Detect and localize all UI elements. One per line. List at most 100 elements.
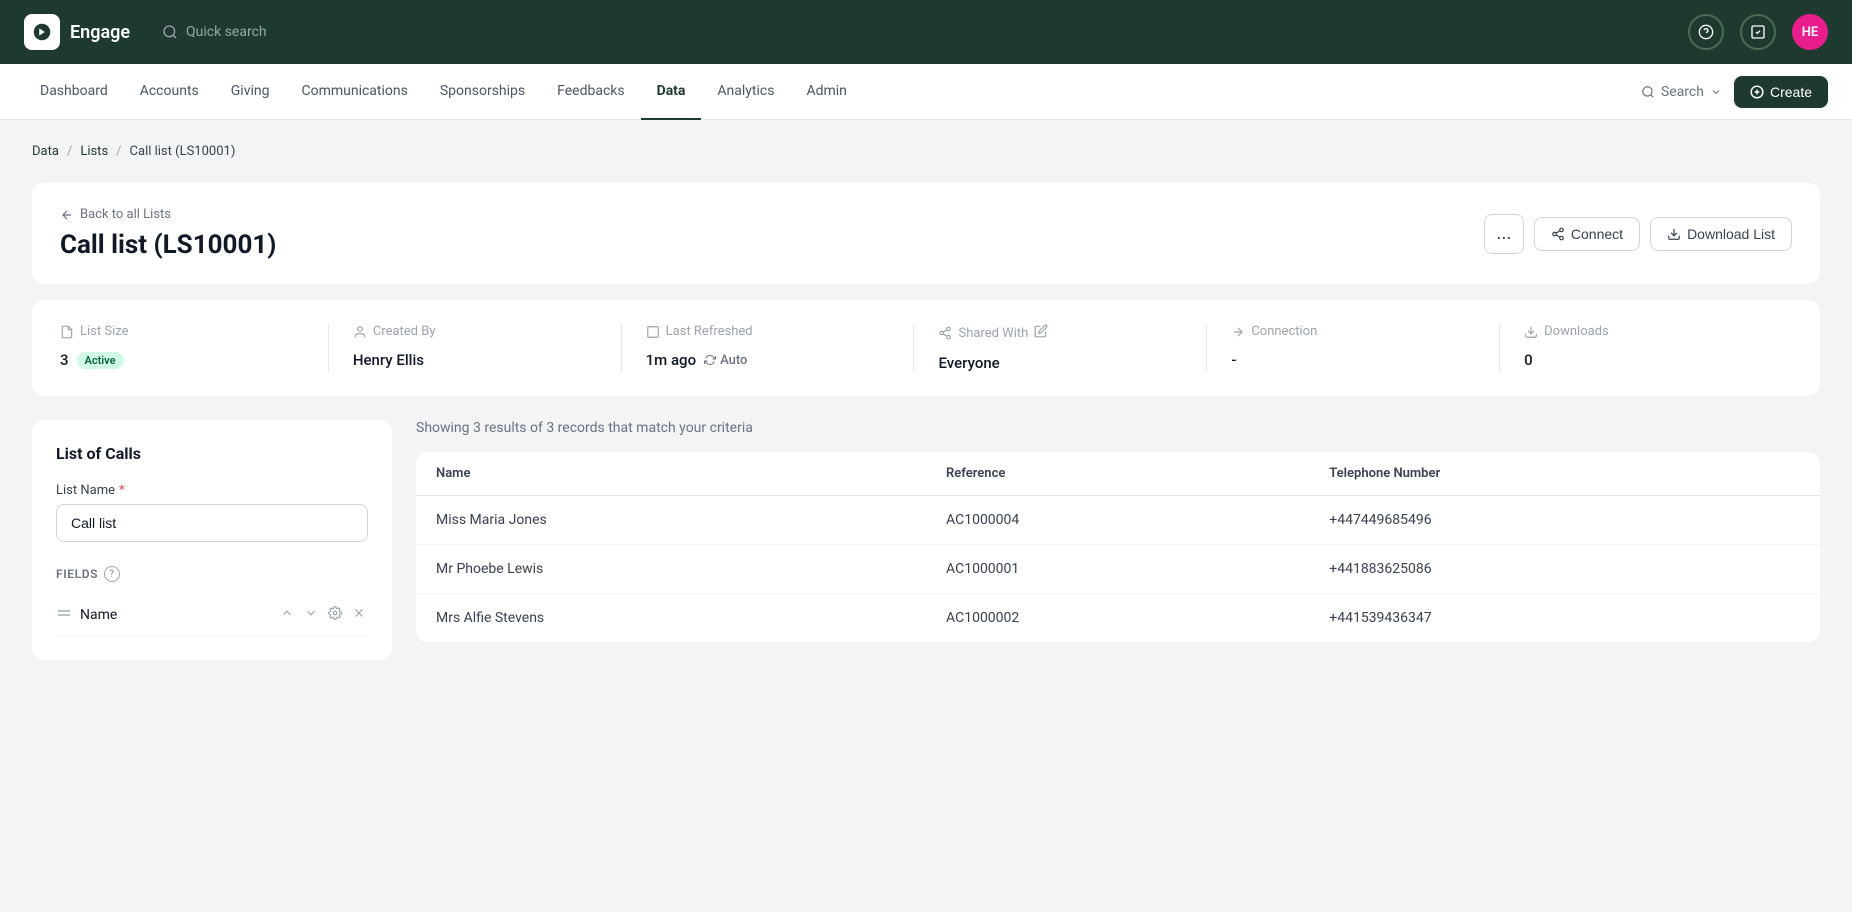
fields-help-icon[interactable]: ? — [104, 566, 120, 582]
nav-item-analytics[interactable]: Analytics — [701, 64, 790, 120]
row-3-reference: AC1000002 — [926, 594, 1309, 643]
create-label: Create — [1770, 84, 1812, 100]
download-list-button[interactable]: Download List — [1650, 217, 1792, 251]
header-actions: ... Connect Download List — [1484, 214, 1792, 254]
row-2-telephone: +441883625086 — [1309, 545, 1820, 594]
nav-right: Search Create — [1641, 76, 1828, 108]
shared-with-edit-icon[interactable] — [1034, 324, 1048, 342]
list-size-label: List Size — [60, 324, 304, 339]
more-options-button[interactable]: ... — [1484, 214, 1524, 254]
field-name-text: Name — [80, 607, 270, 623]
secondary-nav: Dashboard Accounts Giving Communications… — [0, 64, 1852, 120]
checklist-button[interactable] — [1740, 14, 1776, 50]
logo-icon — [24, 14, 60, 50]
quick-search[interactable]: Quick search — [162, 24, 267, 40]
connection-icon — [1231, 325, 1245, 339]
search-nav-label: Search — [1661, 84, 1704, 100]
logo[interactable]: Engage — [24, 14, 130, 50]
search-nav[interactable]: Search — [1641, 84, 1722, 100]
connect-button[interactable]: Connect — [1534, 217, 1640, 251]
breadcrumb-current: Call list (LS10001) — [130, 144, 236, 159]
back-label: Back to all Lists — [80, 207, 171, 222]
search-icon — [162, 24, 178, 40]
breadcrumb-lists[interactable]: Lists — [80, 144, 108, 159]
breadcrumb-sep-1: / — [67, 144, 72, 159]
col-telephone: Telephone Number — [1309, 452, 1820, 496]
results-info: Showing 3 results of 3 records that matc… — [416, 420, 1820, 436]
settings-icon — [328, 606, 342, 620]
share-icon — [938, 326, 952, 340]
connection-label: Connection — [1231, 324, 1475, 339]
results-table: Name Reference Telephone Number Miss Mar… — [416, 452, 1820, 642]
help-button[interactable] — [1688, 14, 1724, 50]
topbar-actions: HE — [1688, 14, 1828, 50]
field-settings-button[interactable] — [326, 604, 344, 625]
nav-item-communications[interactable]: Communications — [285, 64, 423, 120]
col-reference: Reference — [926, 452, 1309, 496]
row-1-telephone: +447449685496 — [1309, 496, 1820, 545]
avatar[interactable]: HE — [1792, 14, 1828, 50]
nav-item-data[interactable]: Data — [641, 64, 702, 120]
row-1-name: Miss Maria Jones — [416, 496, 926, 545]
created-by-label: Created By — [353, 324, 597, 339]
left-panel: List of Calls List Name * FIELDS ? — [32, 420, 392, 660]
list-name-input[interactable] — [56, 504, 368, 542]
nav-item-accounts[interactable]: Accounts — [124, 64, 215, 120]
panel-title: List of Calls — [56, 444, 368, 463]
stat-downloads: Downloads 0 — [1500, 324, 1792, 372]
page-header-card: Back to all Lists Call list (LS10001) ..… — [32, 183, 1820, 284]
nav-item-sponsorships[interactable]: Sponsorships — [424, 64, 541, 120]
arrow-left-icon — [60, 208, 74, 222]
field-move-up-button[interactable] — [278, 604, 296, 625]
breadcrumb: Data / Lists / Call list (LS10001) — [32, 144, 1820, 159]
nav-item-giving[interactable]: Giving — [215, 64, 286, 120]
nav-item-feedbacks[interactable]: Feedbacks — [541, 64, 640, 120]
stat-created-by: Created By Henry Ellis — [329, 324, 622, 372]
stat-shared-with: Shared With Everyone — [914, 324, 1207, 372]
shared-with-label: Shared With — [938, 324, 1182, 342]
nav-item-dashboard[interactable]: Dashboard — [24, 64, 124, 120]
drag-handle-icon[interactable] — [56, 605, 72, 625]
nav-item-admin[interactable]: Admin — [790, 64, 862, 120]
table-row: Miss Maria Jones AC1000004 +447449685496 — [416, 496, 1820, 545]
connect-icon — [1551, 227, 1565, 241]
main-content: Data / Lists / Call list (LS10001) Back … — [0, 120, 1852, 684]
row-3-name: Mrs Alfie Stevens — [416, 594, 926, 643]
back-link[interactable]: Back to all Lists — [60, 207, 276, 222]
download-icon — [1667, 227, 1681, 241]
stat-list-size: List Size 3 Active — [60, 324, 329, 372]
field-remove-button[interactable] — [350, 604, 368, 625]
close-icon — [352, 606, 366, 620]
col-name: Name — [416, 452, 926, 496]
field-row: Name — [56, 594, 368, 636]
breadcrumb-data[interactable]: Data — [32, 144, 59, 159]
quick-search-label: Quick search — [186, 24, 267, 40]
shared-with-value: Everyone — [938, 354, 1182, 372]
chevron-down-icon — [1710, 86, 1722, 98]
list-config-card: List of Calls List Name * FIELDS ? — [32, 420, 392, 660]
bottom-section: List of Calls List Name * FIELDS ? — [32, 420, 1820, 660]
table-body: Miss Maria Jones AC1000004 +447449685496… — [416, 496, 1820, 643]
help-icon — [1698, 24, 1714, 40]
field-move-down-button[interactable] — [302, 604, 320, 625]
right-panel: Showing 3 results of 3 records that matc… — [416, 420, 1820, 660]
checklist-icon — [1750, 24, 1766, 40]
status-badge: Active — [77, 352, 124, 369]
downloads-label: Downloads — [1524, 324, 1768, 339]
downloads-icon — [1524, 325, 1538, 339]
required-star: * — [119, 483, 125, 498]
row-2-name: Mr Phoebe Lewis — [416, 545, 926, 594]
download-label: Download List — [1687, 226, 1775, 242]
user-icon — [353, 325, 367, 339]
nav-search-icon — [1641, 85, 1655, 99]
row-2-reference: AC1000001 — [926, 545, 1309, 594]
chevron-down-field-icon — [304, 606, 318, 620]
list-size-value: 3 Active — [60, 351, 304, 369]
stats-card: List Size 3 Active Created By Henry Elli… — [32, 300, 1820, 396]
create-button[interactable]: Create — [1734, 76, 1828, 108]
table-row: Mr Phoebe Lewis AC1000001 +441883625086 — [416, 545, 1820, 594]
plus-circle-icon — [1750, 85, 1764, 99]
refresh-icon — [646, 325, 660, 339]
page-header-left: Back to all Lists Call list (LS10001) — [60, 207, 276, 260]
downloads-value: 0 — [1524, 351, 1768, 369]
